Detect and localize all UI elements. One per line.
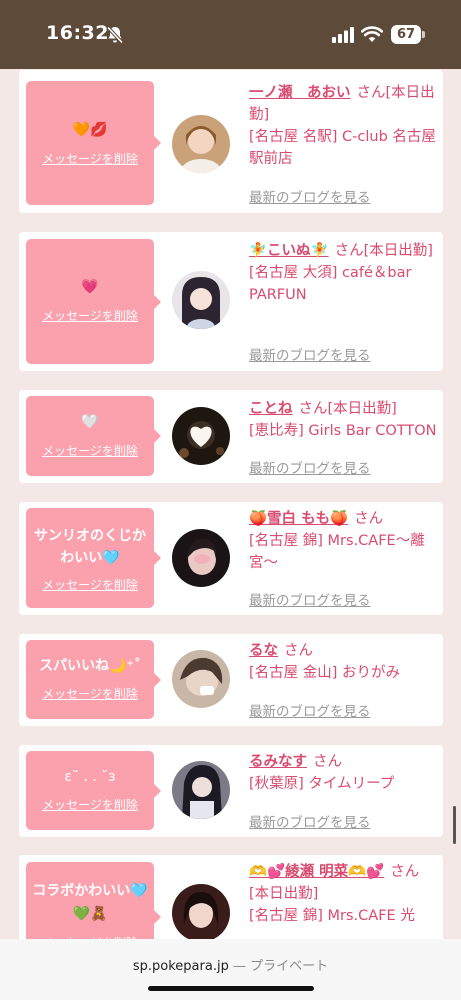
shop-info: [名古屋 錦] Mrs.CAFE 光 — [249, 908, 415, 924]
status-bar: 16:32 67 — [0, 0, 461, 69]
shop-info: [名古屋 錦] Mrs.CAFE〜離宮〜 — [249, 533, 425, 571]
message-card: 🧡💋 メッセージを削除 一ノ瀬 あおい さん[本日出勤] [名古屋 名駅] C-c… — [19, 70, 443, 213]
shop-info: [秋葉原] タイムリープ — [249, 776, 395, 792]
delete-message-link[interactable]: メッセージを削除 — [26, 307, 154, 324]
latest-blog-link[interactable]: 最新のブログを見る — [249, 186, 371, 206]
delete-message-link[interactable]: メッセージを削除 — [26, 685, 154, 702]
message-text-line-2: わいい🩵 — [60, 550, 120, 566]
message-text: 🧡💋 — [72, 122, 108, 138]
latest-blog-link[interactable]: 最新のブログを見る — [249, 589, 371, 609]
message-bubble: 💗 メッセージを削除 — [26, 239, 161, 364]
profile-name-link[interactable]: るみなす — [249, 754, 307, 770]
avatar[interactable] — [172, 650, 230, 708]
status-time: 16:32 — [46, 22, 109, 44]
message-bubble: 🧡💋 メッセージを削除 — [26, 81, 161, 205]
shop-info: [名古屋 金山] おりがみ — [249, 665, 401, 681]
profile-info: 🫶💕綾瀬 明菜🫶💕 さん [本日出勤] [名古屋 錦] Mrs.CAFE 光 — [249, 861, 439, 927]
profile-name-link[interactable]: るな — [249, 643, 278, 659]
shop-info: [名古屋 大須] café＆bar PARFUN — [249, 265, 412, 303]
url-separator: — — [232, 959, 246, 974]
message-bubble: サンリオのくじか わいい🩵 メッセージを削除 — [26, 508, 161, 608]
profile-info: ことね さん[本日出勤] [恵比寿] Girls Bar COTTON — [249, 398, 439, 442]
message-text: スパいいね🌙⁺˚ — [39, 658, 141, 674]
message-text: ε˘ . . ˘з — [64, 769, 116, 785]
message-bubble: スパいいね🌙⁺˚ メッセージを削除 — [26, 640, 161, 719]
message-bubble: 🤍 メッセージを削除 — [26, 396, 161, 476]
honorific: さん — [284, 643, 313, 659]
avatar[interactable] — [172, 407, 230, 465]
avatar[interactable] — [172, 271, 230, 329]
scrollbar-thumb[interactable] — [453, 806, 456, 844]
profile-info: るな さん [名古屋 金山] おりがみ — [249, 640, 439, 684]
message-card: コラボかわいい🩵 💚🧸 メッセージを削除 🫶💕綾瀬 明菜🫶💕 さん [本日出勤] [… — [19, 855, 443, 939]
address-bar[interactable]: sp.pokepara.jp — プライベート — [0, 955, 461, 974]
message-text: 💗 — [81, 279, 99, 295]
latest-blog-link[interactable]: 最新のブログを見る — [249, 811, 371, 831]
profile-info: 一ノ瀬 あおい さん[本日出勤] [名古屋 名駅] C-club 名古屋駅前店 — [249, 82, 439, 170]
delete-message-link[interactable]: メッセージを削除 — [26, 796, 154, 813]
honorific: さん — [334, 243, 364, 259]
shop-info: [名古屋 名駅] C-club 名古屋駅前店 — [249, 129, 436, 167]
profile-info: 🧚こいぬ🧚 さん[本日出勤] [名古屋 大須] café＆bar PARFUN — [249, 240, 439, 306]
message-card: スパいいね🌙⁺˚ メッセージを削除 るな さん [名古屋 金山] おりがみ 最新の… — [19, 634, 443, 726]
profile-name-link[interactable]: 🫶💕綾瀬 明菜🫶💕 — [249, 864, 384, 880]
work-status: [本日出勤] — [327, 401, 397, 417]
avatar[interactable] — [172, 761, 230, 819]
signal-icon — [332, 27, 354, 43]
url-text: sp.pokepara.jp — [132, 959, 229, 974]
avatar[interactable] — [172, 884, 230, 939]
message-bubble: コラボかわいい🩵 💚🧸 メッセージを削除 — [26, 862, 161, 939]
latest-blog-link[interactable]: 最新のブログを見る — [249, 344, 371, 364]
bell-slash-icon — [106, 26, 124, 44]
honorific: さん — [298, 401, 328, 417]
home-indicator[interactable] — [148, 986, 314, 991]
wifi-icon — [361, 26, 383, 42]
message-card: サンリオのくじか わいい🩵 メッセージを削除 🍑雪白 もも🍑 さん [名古屋 錦]… — [19, 502, 443, 615]
message-card: 🤍 メッセージを削除 ことね さん[本日出勤] [恵比寿] Girls Bar C… — [19, 390, 443, 483]
message-feed[interactable]: 🧡💋 メッセージを削除 一ノ瀬 あおい さん[本日出勤] [名古屋 名駅] C-c… — [0, 69, 461, 939]
battery-level: 67 — [391, 25, 421, 44]
latest-blog-link[interactable]: 最新のブログを見る — [249, 700, 371, 720]
delete-message-link[interactable]: メッセージを削除 — [26, 576, 154, 593]
profile-name-link[interactable]: 🧚こいぬ🧚 — [249, 243, 329, 259]
profile-name-link[interactable]: 🍑雪白 もも🍑 — [249, 511, 348, 527]
honorific: さん — [313, 754, 342, 770]
battery-cap — [422, 31, 425, 38]
work-status: [本日出勤] — [363, 243, 433, 259]
shop-info: [恵比寿] Girls Bar COTTON — [249, 423, 437, 439]
delete-message-link[interactable]: メッセージを削除 — [26, 150, 154, 167]
private-mode-label: プライベート — [250, 959, 329, 974]
honorific: さん — [356, 85, 386, 101]
honorific: さん — [390, 864, 420, 880]
profile-name-link[interactable]: ことね — [249, 401, 293, 417]
profile-info: 🍑雪白 もも🍑 さん [名古屋 錦] Mrs.CAFE〜離宮〜 — [249, 508, 439, 574]
message-text-line-1: サンリオのくじか — [34, 528, 146, 544]
delete-message-link[interactable]: メッセージを削除 — [26, 442, 154, 459]
latest-blog-link[interactable]: 最新のブログを見る — [249, 457, 371, 477]
profile-info: るみなす さん [秋葉原] タイムリープ — [249, 751, 439, 795]
honorific: さん — [354, 511, 384, 527]
message-text-line-2: 💚🧸 — [72, 906, 108, 922]
message-card: 💗 メッセージを削除 🧚こいぬ🧚 さん[本日出勤] [名古屋 大須] café＆b… — [19, 232, 443, 371]
message-card: ε˘ . . ˘з メッセージを削除 るみなす さん [秋葉原] タイムリープ 最… — [19, 745, 443, 837]
message-bubble: ε˘ . . ˘з メッセージを削除 — [26, 751, 161, 830]
profile-name-link[interactable]: 一ノ瀬 あおい — [249, 85, 351, 101]
message-text-line-1: コラボかわいい🩵 — [32, 883, 148, 899]
avatar[interactable] — [172, 529, 230, 587]
avatar[interactable] — [172, 115, 230, 173]
work-status: [本日出勤] — [249, 886, 319, 902]
message-text: 🤍 — [81, 414, 99, 430]
